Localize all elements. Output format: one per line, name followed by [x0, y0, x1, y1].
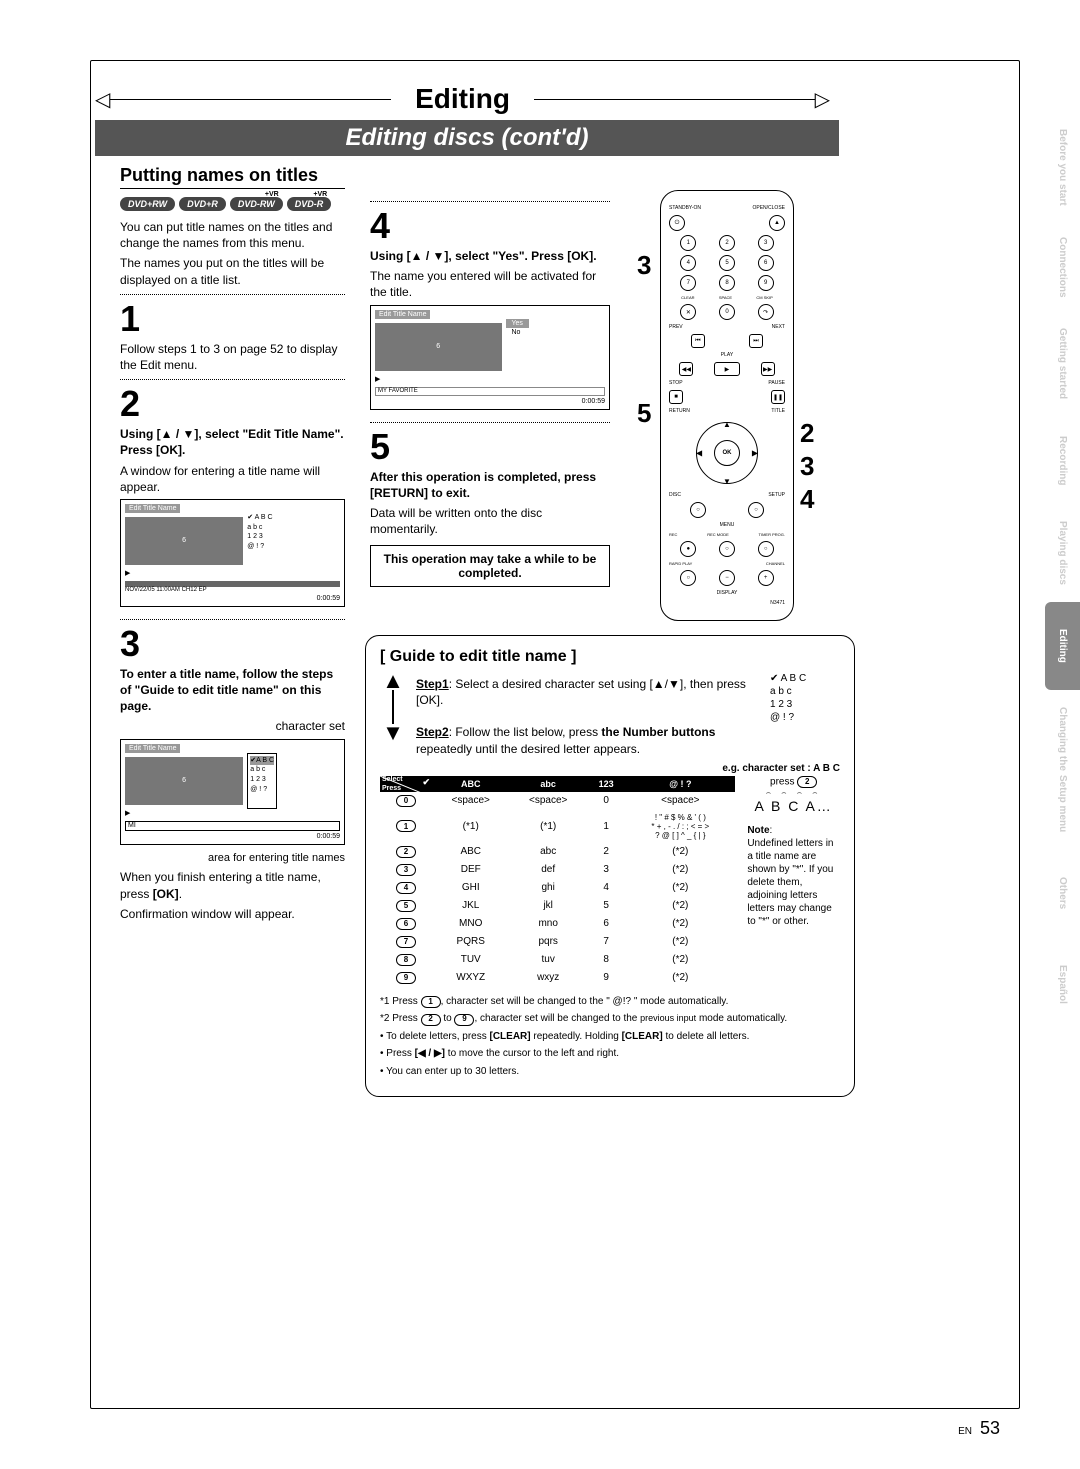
- table-row: 7PQRSpqrs7(*2): [380, 933, 735, 951]
- guide-step2: Step2: Follow the list below, press the …: [416, 724, 760, 756]
- osd-screenshot-1: Edit Title Name 6 ✔ A B C a b c 1 2 3 @ …: [120, 499, 345, 607]
- step-4-instruction: Using [▲ / ▼], select "Yes". Press [OK].: [370, 248, 610, 264]
- charset-label: character set: [120, 718, 345, 734]
- side-tab[interactable]: Editing: [1045, 602, 1080, 690]
- side-tab[interactable]: Recording: [1045, 416, 1080, 504]
- step-number-5: 5: [370, 429, 610, 465]
- side-tab[interactable]: Getting started: [1045, 314, 1080, 413]
- intro-text: You can put title names on the titles an…: [120, 219, 345, 251]
- step-3-instruction: To enter a title name, follow the steps …: [120, 666, 345, 715]
- page-number: EN53: [958, 1418, 1000, 1439]
- disc-badge: DVD-R+VR: [287, 197, 332, 211]
- character-map-table: Select ✔ Press ABCabc123@ ! ? 0<space><s…: [380, 776, 735, 987]
- remote-dpad: ▲ ▼ ◀ ▶ OK: [692, 418, 762, 488]
- down-arrow-icon: ▼: [380, 724, 406, 742]
- step-number-3: 3: [120, 626, 345, 662]
- step-number-4: 4: [370, 208, 610, 244]
- osd-screenshot-3: Edit Title Name 6 Yes No ▶ MY FAVORITE 0…: [370, 305, 610, 410]
- bullet-cursor: • Press [◀ / ▶] to move the cursor to th…: [380, 1047, 840, 1061]
- table-row: 0<space><space>0<space>: [380, 792, 735, 810]
- osd-screenshot-2: Edit Title Name 6 ✔A B C a b c 1 2 3 @ !…: [120, 739, 345, 845]
- step-3-finish: When you finish entering a title name, p…: [120, 869, 345, 901]
- section-heading: Putting names on titles: [120, 165, 345, 189]
- side-tab[interactable]: Playing discs: [1045, 507, 1080, 599]
- side-tab[interactable]: Connections: [1045, 223, 1080, 312]
- side-tab[interactable]: Others: [1045, 849, 1080, 937]
- mid-column: 4 Using [▲ / ▼], select "Yes". Press [OK…: [370, 195, 610, 587]
- press-example: press 2 ⌢ ⌢ ⌢ ⌢ A B C A…: [747, 776, 840, 814]
- guide-title: [ Guide to edit title name ]: [380, 648, 840, 666]
- guide-box: [ Guide to edit title name ] ▲ ▼ Step1: …: [365, 635, 855, 1097]
- left-column: Putting names on titles DVD+RW DVD+R DVD…: [120, 165, 345, 926]
- step-5-instruction: After this operation is completed, press…: [370, 469, 610, 501]
- table-row: 1(*1)(*1)1! " # $ % & ' ( ) * + , - . / …: [380, 810, 735, 843]
- charset-options: ✔ A B C a b c 1 2 3 @ ! ?: [770, 672, 840, 724]
- step-4-text: The name you entered will be activated f…: [370, 268, 610, 300]
- side-tabs: Before you startConnectionsGetting start…: [1045, 115, 1080, 1031]
- side-tab[interactable]: Español: [1045, 940, 1080, 1028]
- guide-note: Note:Undefined letters in a title name a…: [747, 824, 840, 928]
- table-row: 5JKLjkl5(*2): [380, 897, 735, 915]
- disc-badge: DVD+R: [179, 197, 226, 211]
- step-2-text: A window for entering a title name will …: [120, 463, 345, 495]
- up-arrow-icon: ▲: [380, 672, 406, 690]
- step-3-confirm: Confirmation window will appear.: [120, 906, 345, 922]
- disc-badges: DVD+RW DVD+R DVD-RW+VR DVD-R+VR: [120, 197, 345, 211]
- side-tab[interactable]: Before you start: [1045, 115, 1080, 220]
- step-5-text: Data will be written onto the disc momen…: [370, 505, 610, 537]
- intro-text: The names you put on the titles will be …: [120, 255, 345, 287]
- step-2-instruction: Using [▲ / ▼], select "Edit Title Name".…: [120, 426, 345, 458]
- table-row: 8TUVtuv8(*2): [380, 951, 735, 969]
- table-row: 6MNOmno6(*2): [380, 915, 735, 933]
- disc-badge: DVD+RW: [120, 197, 175, 211]
- side-tab[interactable]: Changing theSetup menu: [1045, 693, 1080, 846]
- guide-step1: Step1: Select a desired character set us…: [416, 676, 760, 708]
- example-label: e.g. character set : A B C: [380, 763, 840, 774]
- callout-5: 5: [637, 398, 651, 429]
- step-1-text: Follow steps 1 to 3 on page 52 to displa…: [120, 341, 345, 373]
- remote-diagram: STANDBY-ONOPEN/CLOSE ⏻▲ 123 456 789 CLEA…: [660, 190, 794, 621]
- callout-3: 3: [637, 250, 651, 281]
- table-row: 9WXYZwxyz9(*2): [380, 969, 735, 987]
- table-row: 2ABCabc2(*2): [380, 843, 735, 861]
- table-row: 4GHIghi4(*2): [380, 879, 735, 897]
- section-bar: Editing discs (cont'd): [95, 120, 839, 156]
- footnote-1: *1 Press 1, character set will be change…: [380, 995, 840, 1009]
- warning-box: This operation may take a while to be co…: [370, 545, 610, 587]
- disc-badge: DVD-RW+VR: [230, 197, 283, 211]
- callout-4: 4: [800, 484, 814, 515]
- callout-2: 2: [800, 418, 814, 449]
- area-label: area for entering title names: [120, 851, 345, 866]
- footnote-2: *2 Press 2 to 9, character set will be c…: [380, 1012, 840, 1026]
- step-number-2: 2: [120, 386, 345, 422]
- step-number-1: 1: [120, 301, 345, 337]
- chapter-title: Editing: [391, 83, 534, 115]
- bullet-delete: • To delete letters, press [CLEAR] repea…: [380, 1030, 840, 1044]
- table-row: 3DEFdef3(*2): [380, 861, 735, 879]
- callout-3b: 3: [800, 451, 814, 482]
- chapter-banner: ◁ Editing ▷: [95, 75, 830, 123]
- bullet-limit: • You can enter up to 30 letters.: [380, 1065, 840, 1079]
